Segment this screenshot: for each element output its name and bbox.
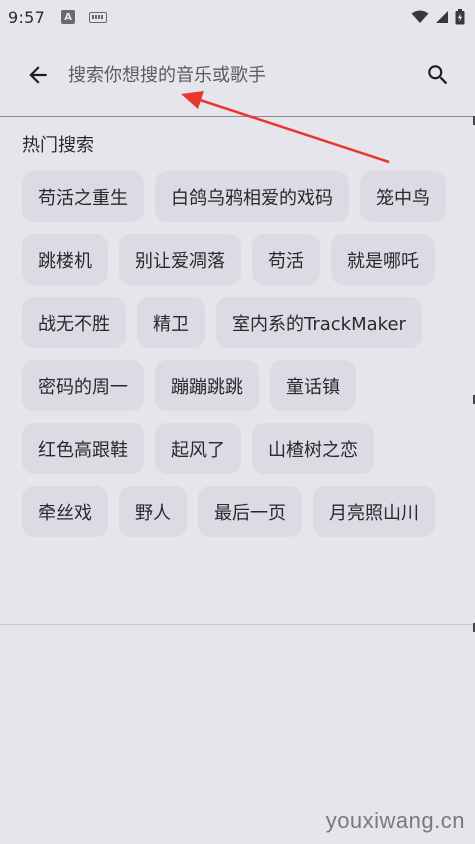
back-button[interactable] [14, 51, 62, 99]
hot-search-chip[interactable]: 精卫 [137, 297, 205, 348]
hot-search-chip[interactable]: 野人 [119, 486, 187, 537]
hot-search-chip[interactable]: 室内系的TrackMaker [216, 297, 422, 348]
hot-search-chip[interactable]: 童话镇 [270, 360, 356, 411]
hot-search-chip[interactable]: 山楂树之恋 [252, 423, 374, 474]
content-divider [0, 624, 473, 625]
hot-search-chip[interactable]: 红色高跟鞋 [22, 423, 144, 474]
hot-search-chip[interactable]: 蹦蹦跳跳 [155, 360, 259, 411]
screen: 9:57 A 搜索你想搜的音乐或歌手 热门搜索 苟活之重生 白鸽乌鸦相爱的戏码 … [0, 0, 475, 844]
search-button[interactable] [414, 51, 462, 99]
signal-icon [436, 11, 448, 23]
hot-search-chips: 苟活之重生 白鸽乌鸦相爱的戏码 笼中鸟跳楼机 别让爱凋落 苟活 就是哪吒战无不胜 精卫 室内系… [22, 171, 462, 537]
hot-search-chip[interactable]: 月亮照山川 [313, 486, 435, 537]
hot-search-chip[interactable]: 白鸽乌鸦相爱的戏码 [155, 171, 349, 222]
toolbar-divider [0, 116, 473, 117]
hot-search-chip[interactable]: 笼中鸟 [360, 171, 446, 222]
search-icon [428, 65, 448, 85]
hot-search-chip[interactable]: 密码的周一 [22, 360, 144, 411]
a-notification-icon: A [61, 10, 76, 24]
wifi-icon [411, 10, 429, 23]
status-time: 9:57 [8, 7, 46, 27]
search-input[interactable] [68, 58, 408, 92]
arrow-back-icon [29, 66, 47, 84]
hot-search-chip[interactable]: 起风了 [155, 423, 241, 474]
battery-icon [455, 9, 465, 25]
hot-search-title: 热门搜索 [22, 135, 94, 156]
keyboard-icon [89, 11, 108, 23]
hot-search-chip[interactable]: 战无不胜 [22, 297, 126, 348]
hot-search-chip[interactable]: 苟活之重生 [22, 171, 144, 222]
hot-search-chip[interactable]: 牵丝戏 [22, 486, 108, 537]
search-toolbar [0, 40, 475, 110]
hot-search-chip[interactable]: 最后一页 [198, 486, 302, 537]
hot-search-chip[interactable]: 苟活 [252, 234, 320, 285]
hot-search-chip[interactable]: 就是哪吒 [331, 234, 435, 285]
status-right-icons [411, 9, 465, 25]
hot-search-chip[interactable]: 别让爱凋落 [119, 234, 241, 285]
watermark: youxiwang.cn [325, 808, 465, 833]
hot-search-chip[interactable]: 跳楼机 [22, 234, 108, 285]
status-bar: 9:57 A [0, 0, 475, 34]
